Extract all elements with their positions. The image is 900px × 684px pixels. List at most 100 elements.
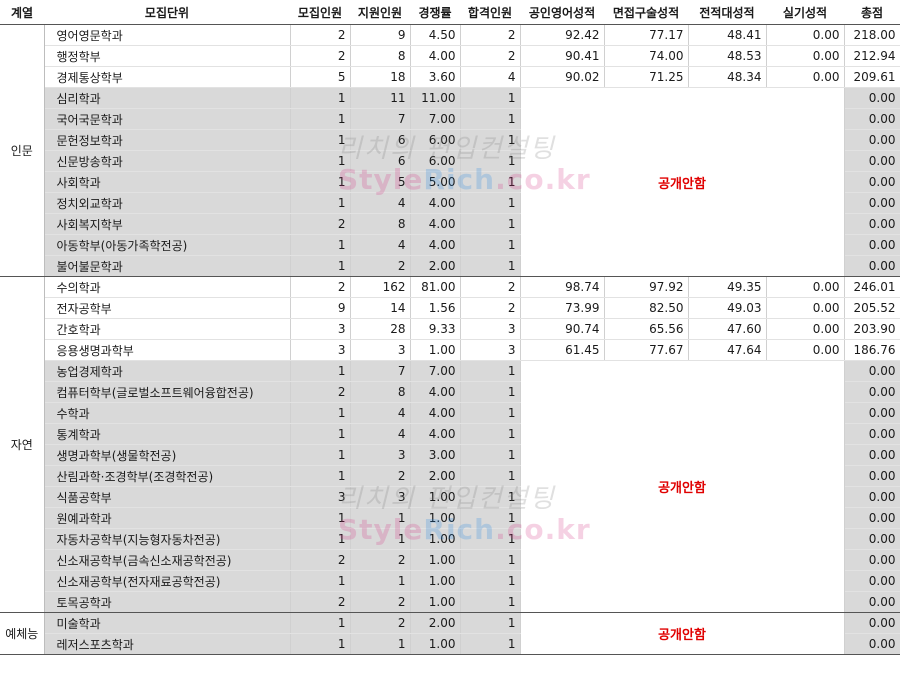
pass-count: 1 (460, 129, 521, 151)
recruit-count: 2 (290, 24, 351, 46)
pass-count: 1 (460, 591, 521, 613)
apply-count: 4 (350, 234, 411, 256)
apply-count: 2 (350, 465, 411, 487)
competition-ratio: 4.00 (410, 45, 461, 67)
recruit-count: 1 (290, 570, 351, 592)
table-row: 행정학부 2 8 4.00 2 90.41 74.00 48.53 0.00 212.94 (0, 45, 900, 67)
apply-count: 9 (350, 24, 411, 46)
unit-name: 농업경제학과 (44, 360, 291, 382)
header-cell: 공인영어성적 (520, 0, 604, 25)
competition-ratio: 4.00 (410, 213, 461, 235)
pass-count: 1 (460, 150, 521, 172)
total-score: 209.61 (844, 66, 900, 88)
pass-count: 1 (460, 486, 521, 508)
total-score: 0.00 (844, 192, 900, 214)
competition-ratio: 3.00 (410, 444, 461, 466)
interview-score: 74.00 (604, 45, 689, 67)
competition-ratio: 1.00 (410, 339, 461, 361)
pass-count: 1 (460, 444, 521, 466)
apply-count: 11 (350, 87, 411, 109)
apply-count: 1 (350, 507, 411, 529)
apply-count: 8 (350, 213, 411, 235)
recruit-count: 1 (290, 192, 351, 214)
practical-score: 0.00 (766, 297, 845, 319)
total-score: 0.00 (844, 570, 900, 592)
total-score: 0.00 (844, 213, 900, 235)
english-score: 61.45 (520, 339, 605, 361)
apply-count: 3 (350, 486, 411, 508)
unit-name: 수학과 (44, 402, 291, 424)
pass-count: 1 (460, 171, 521, 193)
pass-count: 1 (460, 570, 521, 592)
competition-ratio: 4.00 (410, 234, 461, 256)
pass-count: 1 (460, 507, 521, 529)
unit-name: 국어국문학과 (44, 108, 291, 130)
prev-school-score: 47.64 (688, 339, 767, 361)
prev-school-score: 49.03 (688, 297, 767, 319)
competition-ratio: 7.00 (410, 360, 461, 382)
pass-count: 1 (460, 213, 521, 235)
header-cell: 합격인원 (460, 0, 520, 25)
apply-count: 162 (350, 276, 411, 298)
unit-name: 신소재공학부(금속신소재공학전공) (44, 549, 291, 571)
recruit-count: 1 (290, 171, 351, 193)
unit-name: 원예과학과 (44, 507, 291, 529)
recruit-count: 5 (290, 66, 351, 88)
practical-score: 0.00 (766, 45, 845, 67)
recruit-count: 1 (290, 129, 351, 151)
total-score: 0.00 (844, 549, 900, 571)
unit-name: 신문방송학과 (44, 150, 291, 172)
practical-score: 0.00 (766, 24, 845, 46)
total-score: 0.00 (844, 528, 900, 550)
apply-count: 2 (350, 612, 411, 634)
pass-count: 1 (460, 87, 521, 109)
unit-name: 식품공학부 (44, 486, 291, 508)
unit-name: 정치외교학과 (44, 192, 291, 214)
interview-score: 65.56 (604, 318, 689, 340)
group-label: 자연 (0, 276, 45, 613)
pass-count: 1 (460, 108, 521, 130)
unit-name: 사회복지학부 (44, 213, 291, 235)
unit-name: 심리학과 (44, 87, 291, 109)
interview-score: 77.67 (604, 339, 689, 361)
interview-score: 82.50 (604, 297, 689, 319)
pass-count: 1 (460, 465, 521, 487)
total-score: 0.00 (844, 150, 900, 172)
hidden-scores-label: 공개안함 (520, 612, 845, 655)
prev-school-score: 48.34 (688, 66, 767, 88)
recruit-count: 1 (290, 360, 351, 382)
total-score: 0.00 (844, 381, 900, 403)
pass-count: 1 (460, 360, 521, 382)
apply-count: 2 (350, 591, 411, 613)
competition-ratio: 4.00 (410, 423, 461, 445)
interview-score: 97.92 (604, 276, 689, 298)
pass-count: 4 (460, 66, 521, 88)
hidden-scores-label: 공개안함 (520, 360, 845, 613)
recruit-count: 2 (290, 213, 351, 235)
competition-ratio: 6.00 (410, 129, 461, 151)
competition-ratio: 2.00 (410, 465, 461, 487)
pass-count: 1 (460, 381, 521, 403)
unit-name: 간호학과 (44, 318, 291, 340)
unit-name: 불어불문학과 (44, 255, 291, 277)
total-score: 0.00 (844, 486, 900, 508)
header-cell: 지원인원 (350, 0, 410, 25)
unit-name: 아동학부(아동가족학전공) (44, 234, 291, 256)
pass-count: 1 (460, 423, 521, 445)
pass-count: 3 (460, 318, 521, 340)
competition-ratio: 1.00 (410, 549, 461, 571)
prev-school-score: 49.35 (688, 276, 767, 298)
unit-name: 사회학과 (44, 171, 291, 193)
competition-ratio: 11.00 (410, 87, 461, 109)
pass-count: 1 (460, 192, 521, 214)
apply-count: 7 (350, 360, 411, 382)
apply-count: 1 (350, 570, 411, 592)
total-score: 203.90 (844, 318, 900, 340)
recruit-count: 2 (290, 45, 351, 67)
header-cell: 계열 (0, 0, 44, 25)
pass-count: 1 (460, 234, 521, 256)
apply-count: 28 (350, 318, 411, 340)
total-score: 246.01 (844, 276, 900, 298)
total-score: 0.00 (844, 612, 900, 634)
competition-ratio: 7.00 (410, 108, 461, 130)
